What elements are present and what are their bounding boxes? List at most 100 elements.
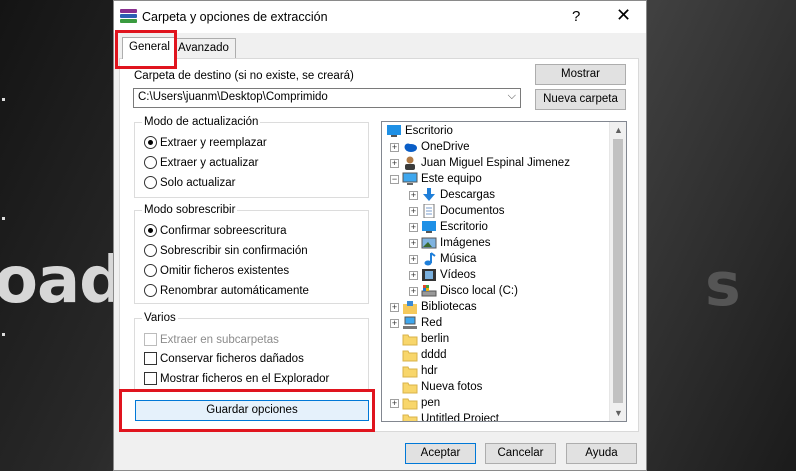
tree-item-pen[interactable]: + pen <box>390 395 440 411</box>
radio-button[interactable] <box>144 264 157 277</box>
expand-icon[interactable]: + <box>390 398 399 408</box>
tree-item-musica[interactable]: + Música <box>409 251 476 267</box>
accept-button[interactable]: Aceptar <box>405 443 476 464</box>
chevron-down-icon[interactable]: ⌵ <box>508 90 516 103</box>
tree-item-videos[interactable]: + Vídeos <box>409 267 476 283</box>
expand-icon[interactable]: + <box>409 206 418 216</box>
radio-button[interactable] <box>144 136 157 149</box>
document-icon <box>421 203 437 219</box>
radio-extract-replace[interactable]: Extraer y reemplazar <box>144 136 267 149</box>
expand-icon[interactable]: + <box>390 158 399 168</box>
expand-icon[interactable]: + <box>409 254 418 264</box>
radio-update-only[interactable]: Solo actualizar <box>144 176 235 189</box>
tree-item-escritorio-2[interactable]: + Escritorio <box>409 219 488 235</box>
folder-icon <box>402 364 418 378</box>
expand-icon[interactable]: + <box>409 270 418 280</box>
radio-skip-existing[interactable]: Omitir ficheros existentes <box>144 264 289 277</box>
tree-item-dddd[interactable]: dddd <box>390 347 447 363</box>
collapse-icon[interactable]: − <box>390 174 399 184</box>
expand-icon[interactable]: + <box>390 318 399 328</box>
radio-label: Omitir ficheros existentes <box>160 264 290 277</box>
checkbox-keep-broken-files[interactable]: Conservar ficheros dañados <box>144 352 304 365</box>
highlight-save-options <box>119 389 375 432</box>
radio-button[interactable] <box>144 176 157 189</box>
radio-button[interactable] <box>144 224 157 237</box>
destination-label: Carpeta de destino (si no existe, se cre… <box>134 70 354 82</box>
radio-label: Solo actualizar <box>160 176 236 189</box>
show-button[interactable]: Mostrar <box>535 64 626 85</box>
tree-item-hdr[interactable]: hdr <box>390 363 438 379</box>
tree-item-escritorio[interactable]: Escritorio <box>386 123 453 139</box>
folder-icon <box>402 332 418 346</box>
checkbox[interactable] <box>144 372 157 385</box>
radio-label: Renombrar automáticamente <box>160 284 309 297</box>
new-folder-button[interactable]: Nueva carpeta <box>535 89 626 110</box>
expand-icon[interactable]: + <box>409 190 418 200</box>
tree-label: Imágenes <box>440 237 491 249</box>
background-dot <box>2 333 5 336</box>
radio-overwrite-without-confirm[interactable]: Sobrescribir sin confirmación <box>144 244 308 257</box>
checkbox-extract-subfolders[interactable]: Extraer en subcarpetas <box>144 333 279 346</box>
checkbox-label: Extraer en subcarpetas <box>160 333 279 346</box>
tree-item-user[interactable]: + Juan Miguel Espinal Jimenez <box>390 155 570 171</box>
help-button[interactable]: Ayuda <box>566 443 637 464</box>
radio-button[interactable] <box>144 156 157 169</box>
radio-auto-rename[interactable]: Renombrar automáticamente <box>144 284 309 297</box>
tree-label: Disco local (C:) <box>440 285 518 297</box>
tree-item-berlin[interactable]: berlin <box>390 331 449 347</box>
tree-item-onedrive[interactable]: + OneDrive <box>390 139 470 155</box>
tree-item-este-equipo[interactable]: − Este equipo <box>390 171 482 187</box>
expand-icon[interactable]: + <box>390 302 399 312</box>
tree-label: Escritorio <box>405 125 453 137</box>
checkbox[interactable] <box>144 333 157 346</box>
expand-icon[interactable]: + <box>409 238 418 248</box>
destination-path-combo[interactable]: C:\Users\juanm\Desktop\Comprimido ⌵ <box>133 88 521 108</box>
cancel-button[interactable]: Cancelar <box>485 443 556 464</box>
folder-tree[interactable]: Escritorio + OneDrive + Juan Miguel Espi… <box>381 121 627 422</box>
scroll-up-icon[interactable]: ▲ <box>614 125 623 135</box>
checkbox[interactable] <box>144 352 157 365</box>
radio-label: Confirmar sobreescritura <box>160 224 287 237</box>
folder-icon <box>402 348 418 362</box>
radio-button[interactable] <box>144 284 157 297</box>
background-dot <box>2 98 5 101</box>
library-icon <box>402 300 418 314</box>
close-icon[interactable]: ✕ <box>616 5 631 26</box>
tree-item-disco-local[interactable]: + Disco local (C:) <box>409 283 518 299</box>
tree-label: Vídeos <box>440 269 476 281</box>
desktop-icon <box>421 220 437 234</box>
tree-scrollbar[interactable]: ▲ ▼ <box>609 122 626 421</box>
help-icon[interactable]: ? <box>572 8 580 25</box>
expand-icon[interactable]: + <box>390 142 399 152</box>
tree-item-untitled-project[interactable]: Untitled Project <box>390 411 499 421</box>
radio-confirm-overwrite[interactable]: Confirmar sobreescritura <box>144 224 287 237</box>
radio-button[interactable] <box>144 244 157 257</box>
tab-advanced[interactable]: Avanzado <box>171 38 236 58</box>
tree-item-descargas[interactable]: + Descargas <box>409 187 495 203</box>
expand-icon[interactable]: + <box>409 222 418 232</box>
destination-path-value: C:\Users\juanm\Desktop\Comprimido <box>138 91 328 103</box>
scrollbar-thumb[interactable] <box>613 139 623 403</box>
expand-icon[interactable]: + <box>409 286 418 296</box>
user-icon <box>402 156 418 170</box>
radio-label: Extraer y reemplazar <box>160 136 267 149</box>
scroll-down-icon[interactable]: ▼ <box>614 408 623 418</box>
tree-item-bibliotecas[interactable]: + Bibliotecas <box>390 299 477 315</box>
title-bar: Carpeta y opciones de extracción ? ✕ <box>114 1 646 33</box>
tree-item-imagenes[interactable]: + Imágenes <box>409 235 491 251</box>
checkbox-show-in-explorer[interactable]: Mostrar ficheros en el Explorador <box>144 372 329 385</box>
tree-item-documentos[interactable]: + Documentos <box>409 203 505 219</box>
radio-extract-update[interactable]: Extraer y actualizar <box>144 156 258 169</box>
network-icon <box>402 316 418 330</box>
tree-item-nueva-fotos[interactable]: Nueva fotos <box>390 379 482 395</box>
tree-label: Descargas <box>440 189 495 201</box>
dialog-title: Carpeta y opciones de extracción <box>142 10 328 24</box>
highlight-general-tab <box>115 30 177 69</box>
update-mode-title: Modo de actualización <box>142 116 261 128</box>
folder-icon <box>402 412 418 421</box>
tree-item-red[interactable]: + Red <box>390 315 442 331</box>
